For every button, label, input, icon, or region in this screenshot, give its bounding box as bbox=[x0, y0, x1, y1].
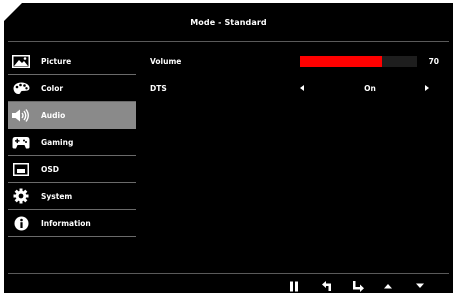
osd-panel: Mode - Standard Picture Color Audio Gami… bbox=[4, 3, 453, 293]
menu-item-label: System bbox=[41, 191, 73, 201]
menu-item-color[interactable]: Color bbox=[8, 75, 136, 102]
picture-icon bbox=[11, 53, 31, 69]
menu-item-label: Information bbox=[41, 218, 91, 228]
main-menu: Picture Color Audio Gaming OSD System In… bbox=[8, 48, 136, 237]
menu-item-system[interactable]: System bbox=[8, 183, 136, 210]
page-title: Mode - Standard bbox=[190, 18, 267, 27]
menu-item-information[interactable]: Information bbox=[8, 210, 136, 237]
up-icon[interactable] bbox=[381, 279, 395, 293]
down-icon[interactable] bbox=[413, 279, 427, 293]
menu-item-label: Gaming bbox=[41, 137, 74, 147]
menu-item-label: Color bbox=[41, 83, 64, 93]
menu-item-picture[interactable]: Picture bbox=[8, 48, 136, 75]
gamepad-icon bbox=[11, 134, 31, 150]
dts-next-arrow-icon[interactable] bbox=[425, 85, 429, 91]
volume-label: Volume bbox=[150, 57, 182, 66]
dts-row[interactable]: DTS On bbox=[150, 75, 445, 102]
footer-divider bbox=[8, 273, 449, 274]
volume-row[interactable]: Volume 70 bbox=[150, 48, 445, 75]
gear-icon bbox=[11, 188, 31, 204]
menu-item-label: OSD bbox=[41, 164, 60, 174]
palette-icon bbox=[11, 80, 31, 96]
dts-label: DTS bbox=[150, 84, 167, 93]
menu-item-osd[interactable]: OSD bbox=[8, 156, 136, 183]
control-bar bbox=[4, 279, 453, 293]
menu-item-audio[interactable]: Audio bbox=[8, 102, 136, 129]
menu-item-label: Picture bbox=[41, 56, 72, 66]
enter-icon[interactable] bbox=[351, 279, 365, 293]
settings-panel: Volume 70 DTS On bbox=[150, 48, 445, 102]
title-divider bbox=[8, 41, 449, 42]
menu-item-label: Audio bbox=[41, 110, 66, 120]
back-icon[interactable] bbox=[320, 279, 334, 293]
info-icon bbox=[11, 215, 31, 231]
dts-value: On bbox=[364, 84, 376, 93]
osd-window-icon bbox=[11, 161, 31, 177]
pause-icon[interactable] bbox=[287, 279, 301, 293]
dts-prev-arrow-icon[interactable] bbox=[300, 85, 304, 91]
volume-slider[interactable] bbox=[300, 56, 417, 67]
menu-item-gaming[interactable]: Gaming bbox=[8, 129, 136, 156]
speaker-icon bbox=[11, 107, 31, 123]
volume-value: 70 bbox=[428, 57, 439, 66]
volume-slider-fill bbox=[300, 56, 382, 67]
